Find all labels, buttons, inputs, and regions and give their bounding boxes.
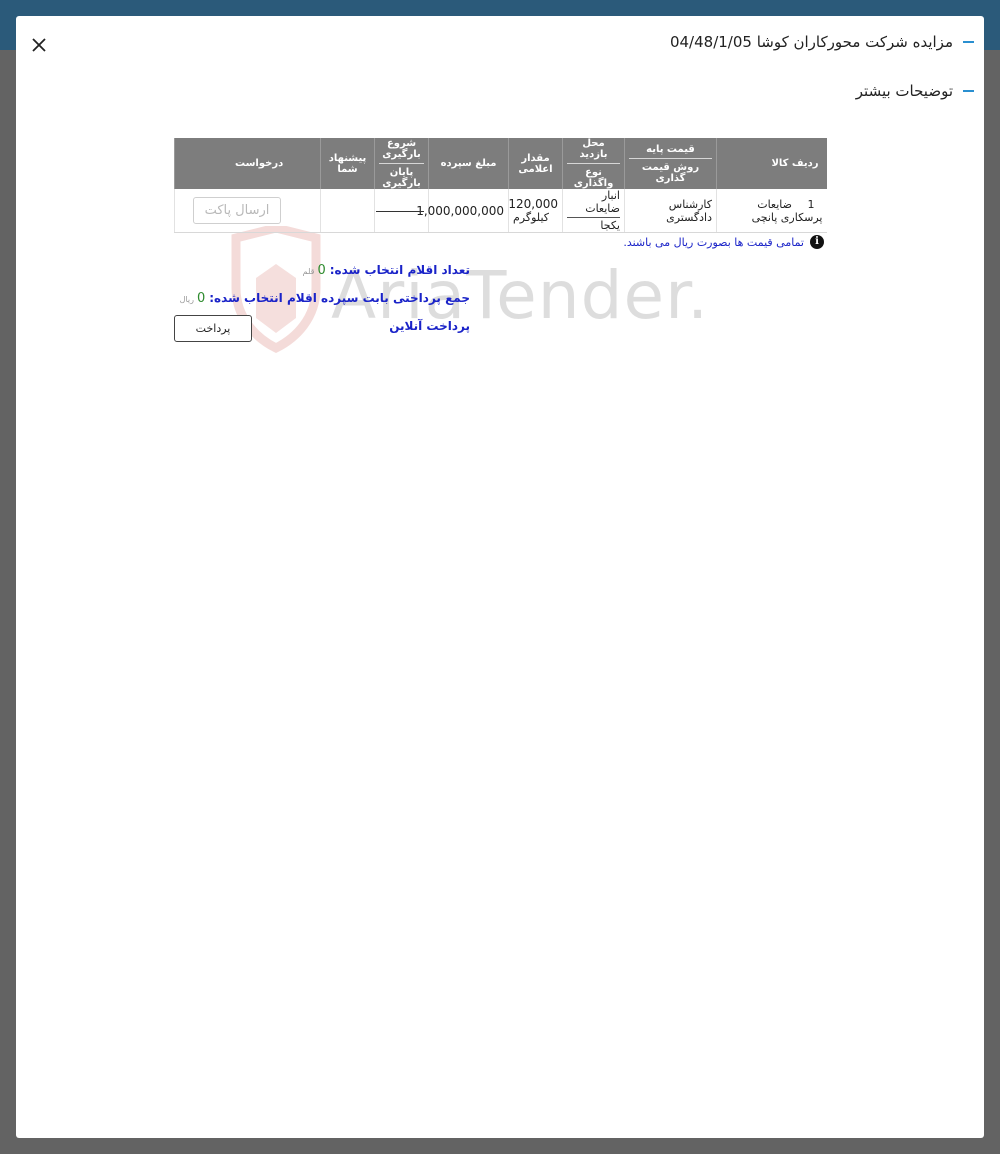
header-loading: شروع بارگیری پایان بارگیری <box>374 138 429 189</box>
currency-note: i تمامی قیمت ها بصورت ریال می باشند. <box>623 235 824 249</box>
cell-visit: انبار ضایعات یکجا <box>562 189 625 233</box>
section-title: توضیحات بیشتر <box>856 82 974 100</box>
cell-item: 1 ضایعات پرسکاری پانچی <box>716 189 827 233</box>
selected-count-value: 0 <box>317 263 326 278</box>
modal-title: مزایده شرکت محورکاران کوشا 04/48/1/05 <box>670 33 974 51</box>
currency-note-text: تمامی قیمت ها بصورت ریال می باشند. <box>623 235 804 249</box>
deposit-total-value: 0 <box>196 291 206 306</box>
cell-amount-value: 120,000 <box>508 197 558 211</box>
online-payment-link[interactable]: پرداخت آنلاین <box>389 319 470 333</box>
deposit-total-label: جمع پرداختی بابت سپرده اقلام انتخاب شده: <box>209 291 470 305</box>
cell-pricing: کارشناس دادگستری <box>624 189 717 233</box>
title-dash <box>963 41 974 43</box>
deposit-total: جمع پرداختی بابت سپرده اقلام انتخاب شده:… <box>180 291 470 306</box>
table-header-row: ردیف کالا قیمت پایه روش قیمت گذاری محل با… <box>174 138 827 189</box>
modal-title-text: مزایده شرکت محورکاران کوشا 04/48/1/05 <box>669 33 953 51</box>
pay-button[interactable]: پرداخت <box>174 315 252 342</box>
cell-offer <box>320 189 375 233</box>
section-dash <box>963 90 974 92</box>
loading-dash <box>376 210 424 212</box>
cell-visit-location: انبار ضایعات <box>585 189 620 215</box>
header-row-item: ردیف کالا <box>716 138 827 189</box>
header-price: قیمت پایه روش قیمت گذاری <box>624 138 717 189</box>
section-title-text: توضیحات بیشتر <box>855 82 953 100</box>
cell-amount: 120,000 کیلوگرم <box>508 189 563 233</box>
close-icon[interactable] <box>30 36 48 54</box>
cell-amount-unit: کیلوگرم <box>513 211 549 224</box>
cell-row-no: 1 <box>807 197 815 211</box>
header-amount: مقدار اعلامی <box>508 138 563 189</box>
cell-request: ارسال پاکت <box>174 189 321 233</box>
cell-deposit: 1,000,000,000 <box>416 189 509 233</box>
info-icon: i <box>810 235 824 249</box>
selected-count-unit: قلم <box>302 267 315 276</box>
header-offer: پیشنهاد شما <box>320 138 375 189</box>
auction-details-modal: مزایده شرکت محورکاران کوشا 04/48/1/05 تو… <box>16 16 984 1138</box>
header-deposit: مبلغ سپرده <box>428 138 509 189</box>
table-row: 1 ضایعات پرسکاری پانچی کارشناس دادگستری … <box>174 189 827 233</box>
header-request: درخواست <box>174 138 321 189</box>
selected-count-label: تعداد اقلام انتخاب شده: <box>329 263 470 277</box>
deposit-total-unit: ریال <box>179 295 194 304</box>
cell-loading <box>374 189 429 233</box>
cell-transfer-type: یکجا <box>567 217 620 232</box>
items-table: ردیف کالا قیمت پایه روش قیمت گذاری محل با… <box>174 138 827 233</box>
selected-count: تعداد اقلام انتخاب شده: 0 قلم <box>303 263 470 278</box>
header-visit: محل بازدید نوع واگذاری <box>562 138 625 189</box>
send-envelope-button[interactable]: ارسال پاکت <box>193 197 281 224</box>
